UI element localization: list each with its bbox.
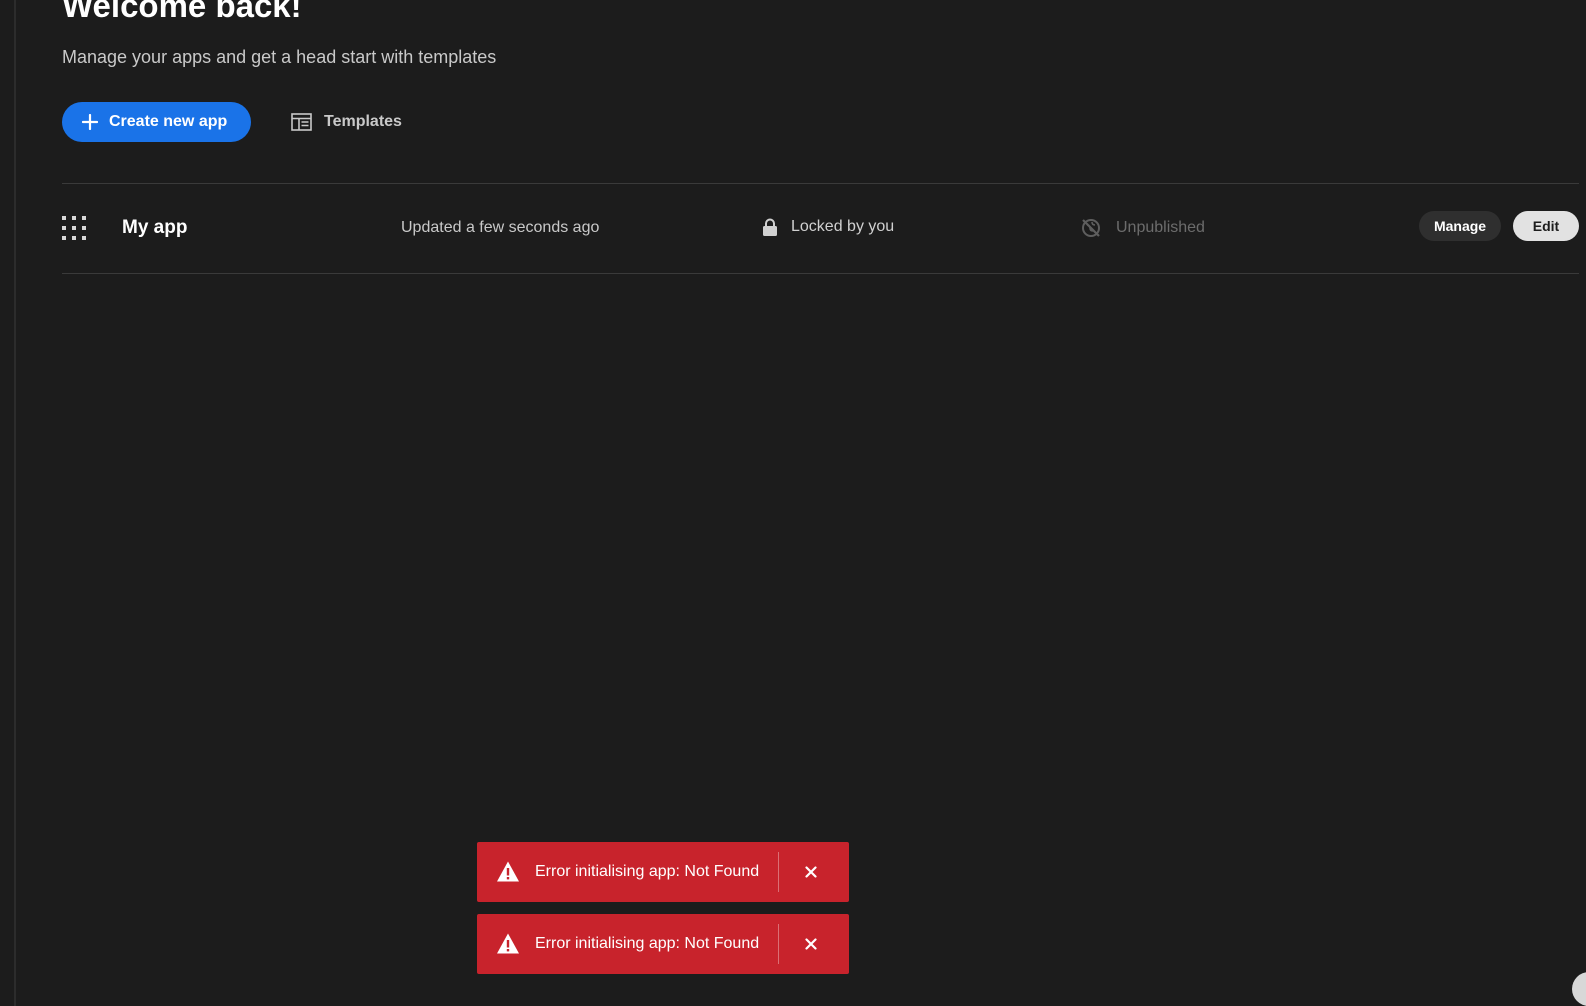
page-subtitle: Manage your apps and get a head start wi… xyxy=(62,47,497,67)
app-updated-time: Updated a few seconds ago xyxy=(401,219,600,236)
toast-message: Error initialising app: Not Found xyxy=(535,863,760,880)
close-icon xyxy=(805,866,817,878)
action-bar: Create new app Templates xyxy=(62,102,402,142)
page-title: Welcome back! xyxy=(62,0,302,24)
side-nav-rail xyxy=(0,0,16,1006)
create-new-app-button[interactable]: Create new app xyxy=(62,102,251,142)
templates-button[interactable]: Templates xyxy=(291,113,402,131)
warning-icon xyxy=(497,861,519,882)
templates-label: Templates xyxy=(324,113,402,130)
toast-separator xyxy=(778,924,779,964)
error-toast: Error initialising app: Not Found xyxy=(477,914,849,974)
grid-icon xyxy=(62,216,86,240)
edit-button[interactable]: Edit xyxy=(1513,211,1579,241)
toast-close-button[interactable] xyxy=(803,864,819,880)
error-toast: Error initialising app: Not Found xyxy=(477,842,849,902)
close-icon xyxy=(805,938,817,950)
lock-icon xyxy=(763,218,777,236)
plus-icon xyxy=(82,114,98,130)
app-publish-status: Unpublished xyxy=(1116,219,1205,236)
create-new-app-label: Create new app xyxy=(109,113,228,130)
app-list-row[interactable]: My app Updated a few seconds ago Locked … xyxy=(62,183,1579,273)
toast-message: Error initialising app: Not Found xyxy=(535,935,760,952)
manage-button[interactable]: Manage xyxy=(1419,211,1501,241)
app-name[interactable]: My app xyxy=(122,216,187,240)
app-lock-status: Locked by you xyxy=(791,218,895,235)
warning-icon xyxy=(497,933,519,954)
toast-close-button[interactable] xyxy=(803,936,819,952)
toast-separator xyxy=(778,852,779,892)
unpublished-icon xyxy=(1082,219,1100,237)
list-bottom-divider xyxy=(62,273,1579,274)
templates-icon xyxy=(291,113,312,131)
